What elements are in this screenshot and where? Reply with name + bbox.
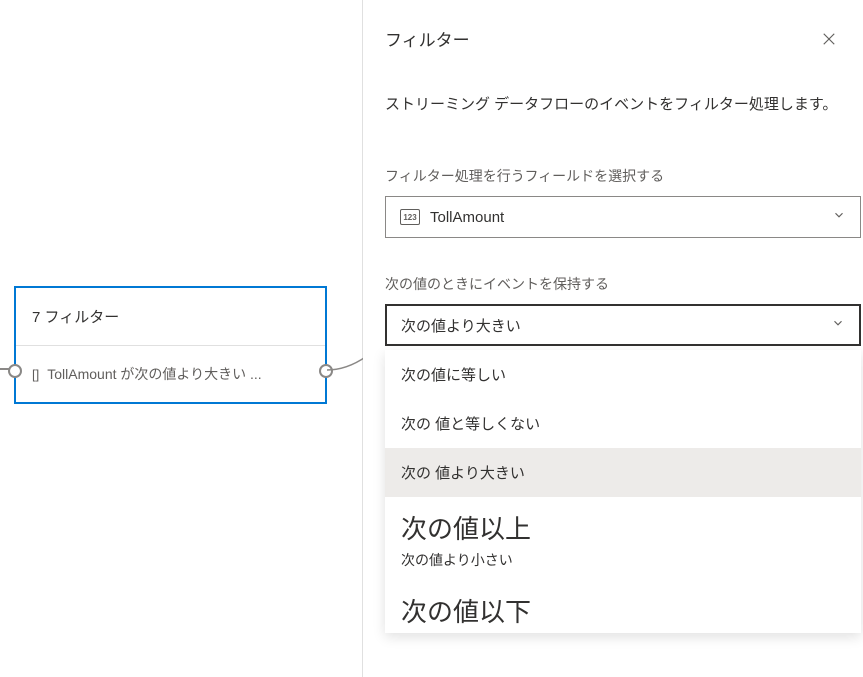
panel-description: ストリーミング データフローのイベントをフィルター処理します。 <box>385 93 863 114</box>
condition-select[interactable]: 次の値より大きい <box>385 304 861 346</box>
field-select-group: フィルター処理を行うフィールドを選択する 123 TollAmount <box>385 166 863 238</box>
node-input-port[interactable] <box>8 364 22 378</box>
filter-config-panel: フィルター ストリーミング データフローのイベントをフィルター処理します。 フィ… <box>363 0 863 677</box>
number-type-icon: 123 <box>400 209 420 225</box>
node-title: 7 フィルター <box>16 288 325 346</box>
dropdown-option-equals[interactable]: 次の値に等しい <box>385 350 861 399</box>
condition-select-value: 次の値より大きい <box>401 315 831 336</box>
dropdown-option-not-equals[interactable]: 次の 値と等しくない <box>385 399 861 448</box>
node-description: TollAmount が次の値より大きい ... <box>47 364 261 384</box>
chevron-down-icon <box>831 316 845 335</box>
field-select-label: フィルター処理を行うフィールドを選択する <box>385 166 863 186</box>
edge-connector-right <box>327 356 367 380</box>
condition-select-group: 次の値のときにイベントを保持する 次の値より大きい <box>385 274 863 346</box>
close-icon <box>820 30 838 48</box>
dropdown-option-greater-equal[interactable]: 次の値以上 <box>385 497 861 550</box>
dropdown-option-less-equal[interactable]: 次の値以下 <box>385 580 861 633</box>
node-body: [] TollAmount が次の値より大きい ... <box>16 346 325 402</box>
condition-select-label: 次の値のときにイベントを保持する <box>385 274 863 294</box>
chevron-down-icon <box>832 208 846 227</box>
panel-header: フィルター <box>385 26 863 51</box>
brackets-icon: [] <box>32 367 39 382</box>
dropdown-option-less-than[interactable]: 次の値より小さい <box>385 550 861 580</box>
filter-node[interactable]: 7 フィルター [] TollAmount が次の値より大きい ... <box>14 286 327 404</box>
close-button[interactable] <box>817 27 841 51</box>
field-select-value: TollAmount <box>430 209 832 226</box>
panel-title: フィルター <box>385 26 470 51</box>
dropdown-option-greater-than[interactable]: 次の 値より大きい <box>385 448 861 497</box>
condition-dropdown-list[interactable]: 次の値に等しい 次の 値と等しくない 次の 値より大きい 次の値以上 次の値より… <box>385 350 861 633</box>
canvas-area[interactable]: 7 フィルター [] TollAmount が次の値より大きい ... <box>0 0 363 677</box>
field-select[interactable]: 123 TollAmount <box>385 196 861 238</box>
